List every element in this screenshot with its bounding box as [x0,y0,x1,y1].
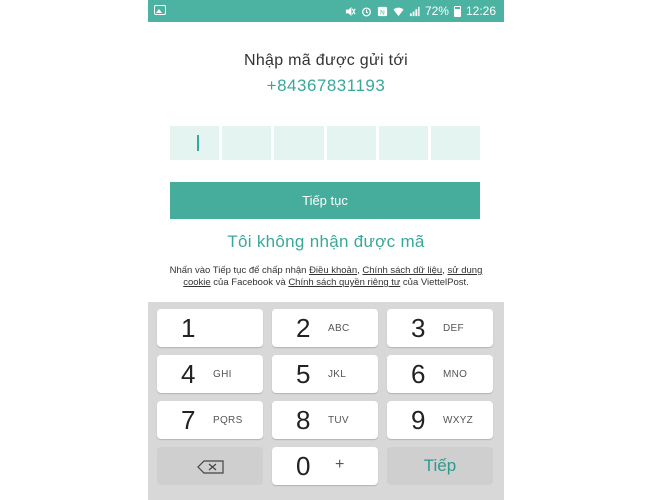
code-digit-input[interactable] [326,126,376,160]
key-digit: 5 [296,359,311,389]
status-icons: N 72% 12:26 [345,3,496,19]
next-key[interactable]: Tiếp [387,447,493,485]
key-letters: DEF [443,323,464,334]
key-plus: + [335,456,345,473]
key-1[interactable]: 1 [157,309,263,347]
key-2[interactable]: 2 ABC [272,309,378,347]
status-bar: N 72% 12:26 [148,0,504,22]
key-6[interactable]: 6 MNO [387,355,493,393]
key-letters: GHI [213,369,232,380]
key-7[interactable]: 7 PQRS [157,401,263,439]
svg-text:N: N [380,9,385,16]
key-digit: 8 [296,405,311,435]
key-digit: 2 [296,313,311,343]
key-letters: MNO [443,369,468,380]
key-8[interactable]: 8 TUV [272,401,378,439]
privacy-policy-link[interactable]: Chính sách quyền riêng tư [288,277,400,288]
phone-number: +84367831193 [266,76,386,95]
backspace-key[interactable] [157,447,263,485]
key-letters: WXYZ [443,415,474,426]
alarm-icon [361,6,371,16]
terms-link[interactable]: Điều khoản [309,265,357,276]
code-digit-input[interactable] [430,126,481,160]
battery-icon [453,5,461,17]
resend-code-link[interactable]: Tôi không nhận được mã [148,232,504,252]
key-digit: 3 [411,313,426,343]
terms-text-part: Nhấn vào Tiếp tục để chấp nhận [169,265,310,276]
key-0[interactable]: 0 + [272,447,378,485]
code-digit-input[interactable] [222,126,272,160]
key-digit: 1 [181,313,196,343]
backspace-icon [197,460,224,474]
phone-screen: N 72% 12:26 Nhập mã được gửi tới +843678… [148,0,504,500]
key-letters: PQRS [213,415,243,426]
code-digit-input[interactable] [170,126,220,160]
next-key-label: Tiếp [423,456,457,475]
code-digit-input[interactable] [378,126,428,160]
code-input-row [170,126,481,160]
key-9[interactable]: 9 WXYZ [387,401,493,439]
terms-text-part: của Facebook và [210,277,289,288]
key-3[interactable]: 3 DEF [387,309,493,347]
key-digit: 6 [411,359,426,389]
nfc-icon: N [377,6,388,16]
data-policy-link[interactable]: Chính sách dữ liệu [362,265,442,276]
wifi-icon [393,7,404,16]
key-5[interactable]: 5 JKL [272,355,378,393]
page-title: Nhập mã được gửi tới [243,52,408,69]
code-digit-input[interactable] [274,126,324,160]
signal-icon [409,6,420,16]
key-letters: JKL [328,369,347,380]
mute-icon [345,6,356,16]
terms-text: Nhấn vào Tiếp tục để chấp nhận Điều khoả… [166,265,486,289]
terms-text-part: của ViettelPost. [400,277,469,288]
key-digit: 9 [411,405,426,435]
key-4[interactable]: 4 GHI [157,355,263,393]
clock: 12:26 [465,4,496,18]
key-digit: 7 [181,405,196,435]
continue-button[interactable]: Tiếp tục [170,182,480,219]
image-icon [154,5,166,15]
key-letters: TUV [328,415,349,426]
battery-percent: 72% [424,4,449,18]
key-letters: ABC [328,323,350,334]
key-digit: 0 [296,451,311,481]
key-digit: 4 [181,359,196,389]
numeric-keyboard: 1 2 ABC 3 DEF 4 GHI 5 JKL 6 MNO 7 PQRS 8 TUV 9 W… [148,302,504,500]
